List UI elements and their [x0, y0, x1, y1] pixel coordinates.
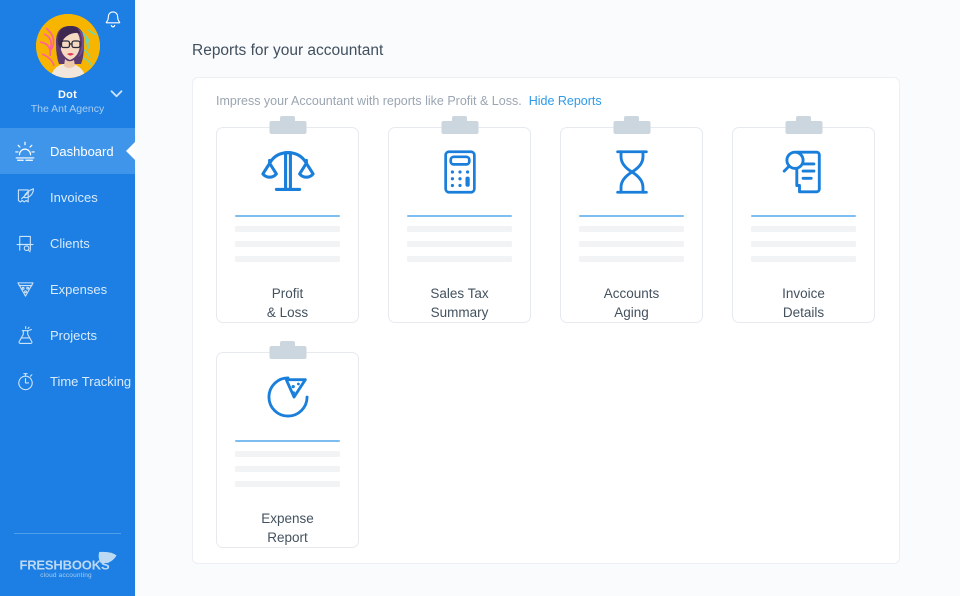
clipboard-clip-icon: [269, 346, 306, 359]
dashboard-sunrise-icon: [12, 138, 38, 164]
chevron-down-icon[interactable]: [110, 85, 123, 98]
sidebar-item-label: Projects: [50, 327, 97, 343]
clipboard-clip-icon: [269, 121, 306, 134]
card-title: Accounts Aging: [561, 284, 702, 322]
card-title-line2: Aging: [614, 305, 649, 320]
card-line: [751, 226, 856, 232]
card-lines: [751, 215, 856, 262]
panel-note: Impress your Accountant with reports lik…: [216, 94, 899, 108]
card-line: [235, 481, 340, 487]
card-title-line2: Details: [782, 305, 825, 320]
card-line: [235, 226, 340, 232]
hide-reports-link[interactable]: Hide Reports: [529, 94, 602, 108]
expenses-pizza-icon: [12, 276, 38, 302]
card-line-accent: [407, 215, 512, 217]
card-line: [579, 226, 684, 232]
card-title: Sales Tax Summary: [389, 284, 530, 322]
card-line-accent: [579, 215, 684, 217]
card-line: [235, 256, 340, 262]
freshbooks-tagline: cloud accounting: [40, 572, 92, 579]
card-line-accent: [235, 440, 340, 442]
invoice-quill-icon: [12, 184, 38, 210]
card-line: [407, 241, 512, 247]
card-lines: [235, 215, 340, 262]
page-title: Reports for your accountant: [192, 42, 384, 59]
freshbooks-logo: FRESHBOOKS cloud accounting: [0, 534, 135, 596]
sidebar-item-label: Invoices: [50, 189, 98, 205]
card-lines: [407, 215, 512, 262]
card-line-accent: [751, 215, 856, 217]
invoice-search-icon: [733, 128, 874, 215]
pie-chart-icon: [217, 353, 358, 440]
sidebar-item-projects[interactable]: Projects: [0, 312, 135, 358]
active-indicator: [126, 142, 135, 160]
reports-panel: Impress your Accountant with reports lik…: [192, 77, 900, 564]
sidebar-item-label: Dashboard: [50, 143, 114, 159]
clients-desk-icon: [12, 230, 38, 256]
app-root: Dot The Ant Agency Dashboard Invoices Cl…: [0, 0, 960, 596]
card-title: Invoice Details: [733, 284, 874, 322]
report-card-invoice-details[interactable]: Invoice Details: [732, 121, 875, 323]
projects-flask-icon: [12, 322, 38, 348]
card-title: Expense Report: [217, 509, 358, 547]
hourglass-icon: [561, 128, 702, 215]
card-line: [407, 226, 512, 232]
card-title-line2: Summary: [430, 305, 489, 320]
card-title-line1: Accounts: [603, 286, 660, 301]
card-line: [579, 241, 684, 247]
card-line: [751, 241, 856, 247]
card-title: Profit & Loss: [217, 284, 358, 322]
clipboard-clip-icon: [441, 121, 478, 134]
stopwatch-icon: [12, 368, 38, 394]
bell-icon[interactable]: [104, 10, 122, 30]
sidebar-item-clients[interactable]: Clients: [0, 220, 135, 266]
sidebar-item-label: Clients: [50, 235, 90, 251]
clipboard-clip-icon: [613, 121, 650, 134]
sidebar-item-expenses[interactable]: Expenses: [0, 266, 135, 312]
card-line: [407, 256, 512, 262]
card-title-line1: Sales Tax: [430, 286, 489, 301]
scales-icon: [217, 128, 358, 215]
clipboard-clip-icon: [785, 121, 822, 134]
calculator-icon: [389, 128, 530, 215]
report-card-sales-tax-summary[interactable]: Sales Tax Summary: [388, 121, 531, 323]
card-line: [235, 466, 340, 472]
sidebar-item-invoices[interactable]: Invoices: [0, 174, 135, 220]
card-title-line1: Profit: [271, 286, 304, 301]
card-lines: [235, 440, 340, 487]
card-title-line2: Report: [267, 530, 308, 545]
freshbooks-wordmark-icon: FRESHBOOKS cloud accounting: [19, 551, 117, 579]
panel-note-text: Impress your Accountant with reports lik…: [216, 94, 522, 108]
freshbooks-name: FRESHBOOKS: [19, 557, 109, 572]
report-card-expense-report[interactable]: Expense Report: [216, 346, 359, 548]
card-line: [579, 256, 684, 262]
main-content: Reports for your accountant Impress your…: [135, 0, 960, 596]
card-lines: [579, 215, 684, 262]
card-title-line2: & Loss: [266, 305, 309, 320]
card-line: [235, 451, 340, 457]
profile-section[interactable]: Dot The Ant Agency: [0, 0, 135, 115]
sidebar: Dot The Ant Agency Dashboard Invoices Cl…: [0, 0, 135, 596]
card-line-accent: [235, 215, 340, 217]
sidebar-item-label: Expenses: [50, 281, 108, 297]
avatar-image: [35, 14, 100, 78]
sidebar-item-label: Time Tracking: [50, 373, 132, 389]
sidebar-nav: Dashboard Invoices Clients Expenses Proj…: [0, 128, 135, 404]
card-line: [751, 256, 856, 262]
avatar[interactable]: [35, 14, 100, 78]
card-line: [235, 241, 340, 247]
report-card-profit-loss[interactable]: Profit & Loss: [216, 121, 359, 323]
profile-org: The Ant Agency: [30, 103, 105, 115]
report-card-accounts-aging[interactable]: Accounts Aging: [560, 121, 703, 323]
card-title-line1: Expense: [261, 511, 314, 526]
report-cards: Profit & Loss Sales Tax Summary Accounts…: [216, 121, 876, 548]
sidebar-item-time-tracking[interactable]: Time Tracking: [0, 358, 135, 404]
card-title-line1: Invoice: [782, 286, 825, 301]
sidebar-item-dashboard[interactable]: Dashboard: [0, 128, 135, 174]
